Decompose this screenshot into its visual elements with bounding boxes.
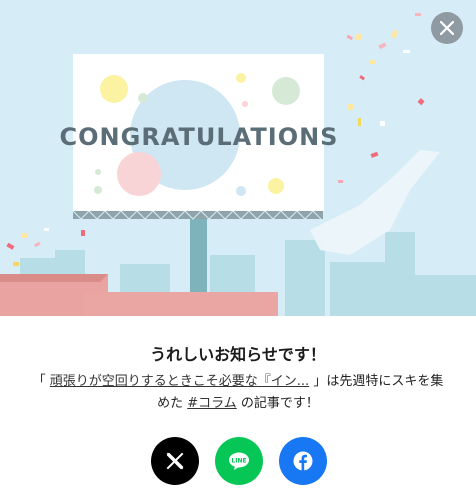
description-tail: の記事です！: [240, 396, 319, 411]
close-icon: [440, 21, 454, 35]
congratulations-illustration: CONGRATULATIONS: [0, 0, 476, 316]
notification-headline: うれしいお知らせです！: [150, 345, 326, 364]
close-button[interactable]: [431, 12, 463, 44]
share-x-button[interactable]: [151, 437, 199, 485]
billboard-text: CONGRATULATIONS: [60, 123, 339, 151]
share-facebook-button[interactable]: [279, 437, 327, 485]
notification-description: 「 頑張りが空回りするときこそ必要な『イン... 」は先週特にスキを集めた #コ…: [28, 371, 448, 415]
open-quote: 「: [32, 374, 46, 389]
share-line-button[interactable]: LINE: [215, 437, 263, 485]
article-link[interactable]: 頑張りが空回りするときこそ必要な『イン...: [50, 374, 309, 389]
line-logo-label: LINE: [231, 458, 246, 465]
hashtag-link[interactable]: #コラム: [187, 396, 237, 411]
x-logo-icon: [166, 452, 184, 470]
line-logo-icon: LINE: [229, 452, 249, 470]
facebook-logo-icon: [293, 451, 313, 471]
billboard-scene: CONGRATULATIONS: [0, 0, 476, 316]
